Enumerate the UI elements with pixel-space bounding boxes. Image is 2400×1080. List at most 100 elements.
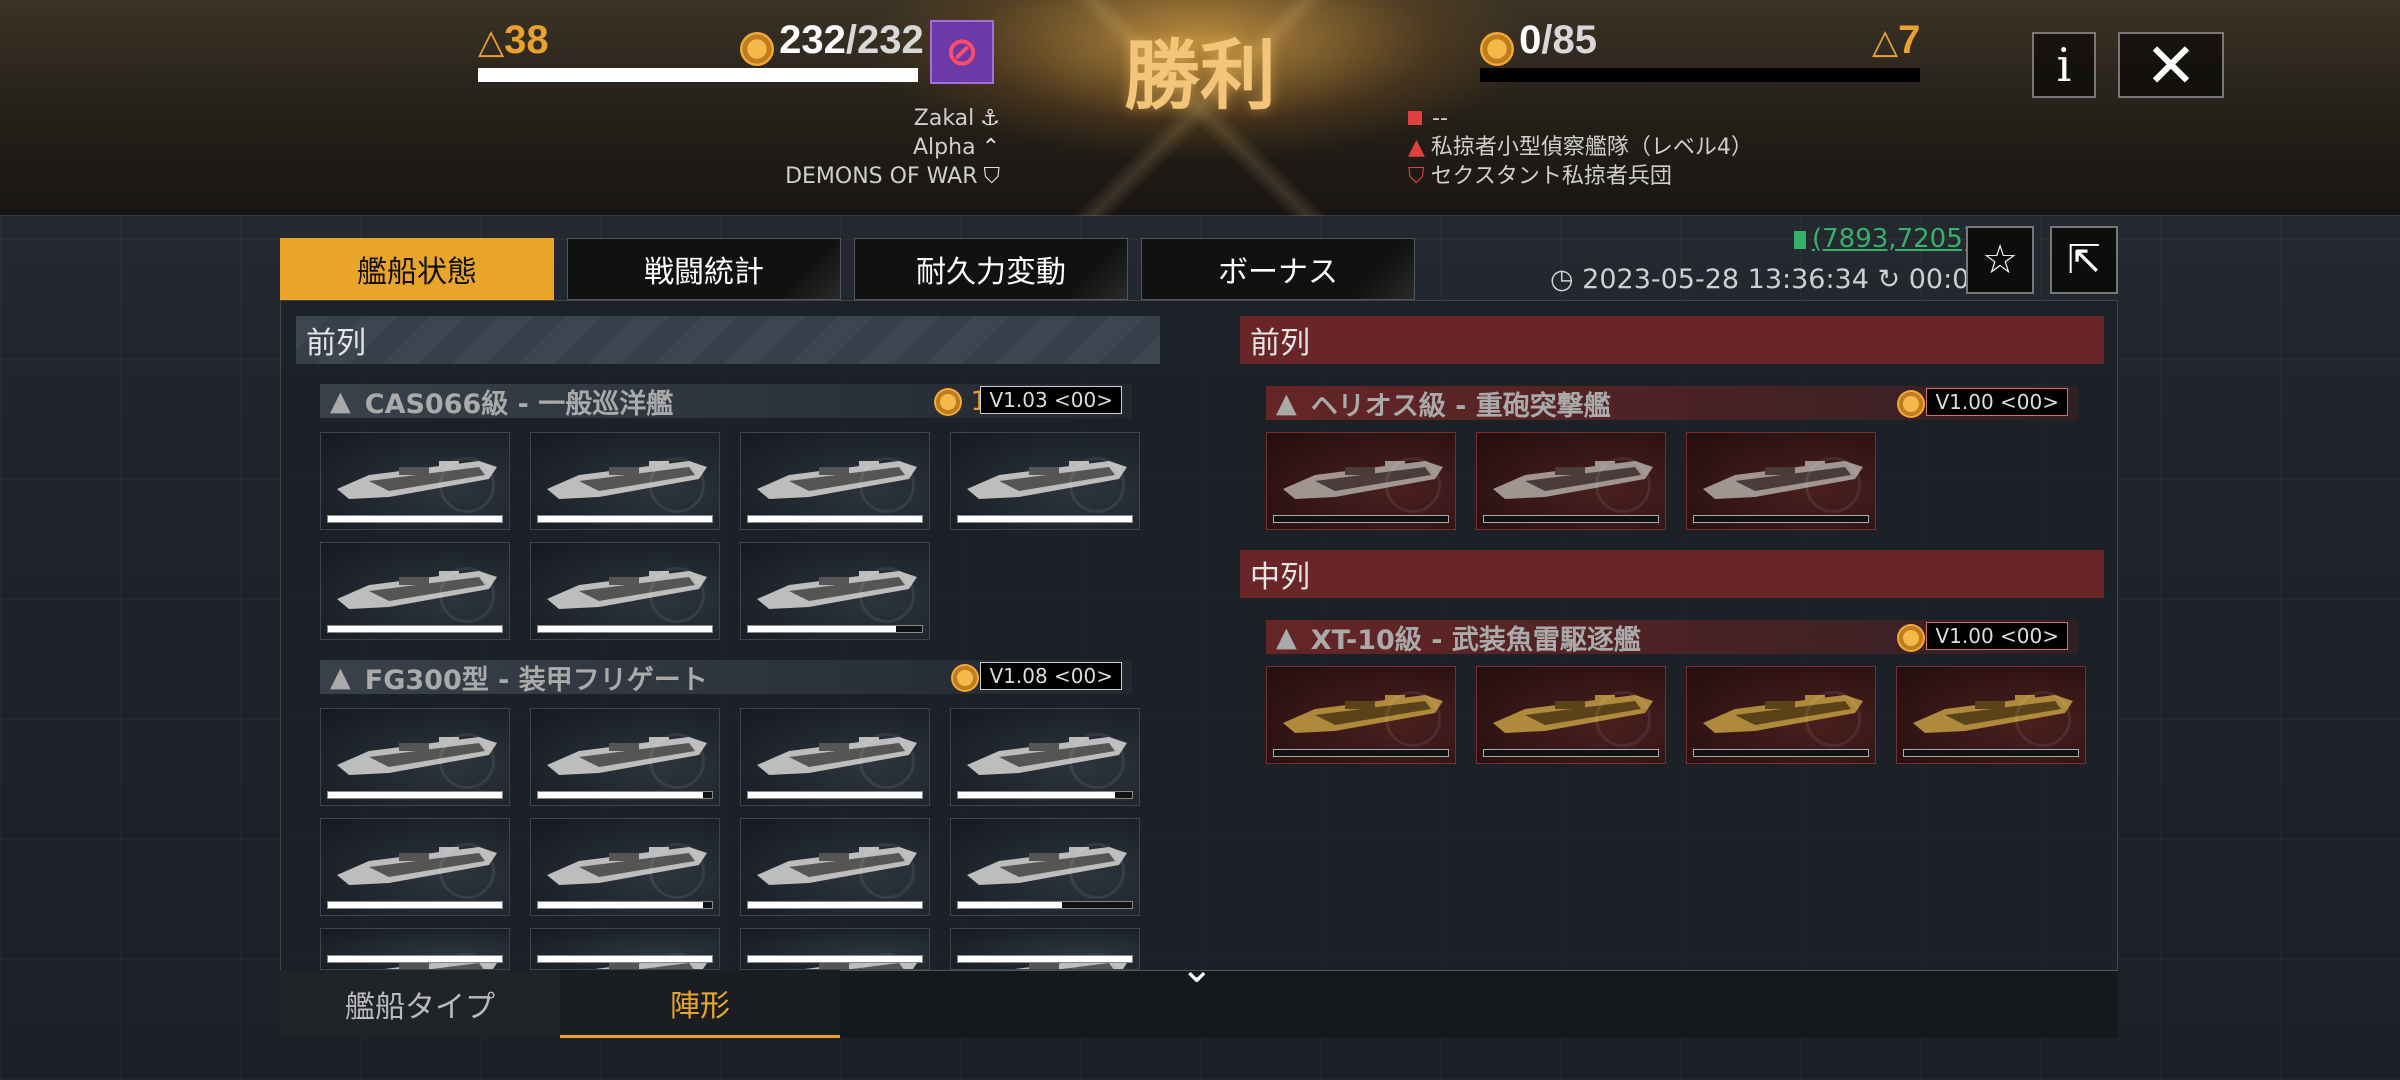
watermark-icon bbox=[439, 457, 495, 513]
ship-card[interactable] bbox=[530, 928, 720, 970]
ship-hp-bar bbox=[1693, 749, 1869, 757]
ship-hp-bar bbox=[327, 791, 503, 799]
player-rank: Alpha bbox=[913, 135, 976, 160]
tab-battle-stats[interactable]: 戦闘統計 bbox=[567, 238, 841, 300]
ship-hp-bar bbox=[747, 515, 923, 523]
player-fleet-cost: 232/232 bbox=[740, 18, 924, 66]
ship-card[interactable] bbox=[1476, 432, 1666, 530]
ship-card[interactable] bbox=[320, 818, 510, 916]
enemy-class-row-helios[interactable]: ▲ ヘリオス級 - 重砲突撃艦 45 V1.00 <00> bbox=[1266, 386, 2078, 422]
ship-hp-bar bbox=[957, 515, 1133, 523]
cost-medal-icon bbox=[1480, 31, 1514, 66]
enemy-front-row-header: 前列 bbox=[1240, 316, 2104, 364]
player-alliance[interactable]: DEMONS OF WAR bbox=[785, 164, 977, 189]
enemy-rank-icon: ▲ bbox=[1408, 135, 1425, 160]
enemy-info: -- ▲ 私掠者小型偵察艦隊（レベル4） ⛉ セクスタント私掠者兵団 bbox=[1408, 104, 1753, 191]
watermark-icon bbox=[2015, 691, 2071, 747]
ship-card[interactable] bbox=[740, 818, 930, 916]
watermark-icon bbox=[1805, 691, 1861, 747]
close-button[interactable]: ✕ bbox=[2118, 29, 2224, 102]
ship-card[interactable] bbox=[320, 928, 510, 970]
tab-bonus[interactable]: ボーナス bbox=[1141, 238, 1415, 300]
watermark-icon bbox=[859, 567, 915, 623]
class-rank-icon: ▲ bbox=[330, 661, 351, 693]
ship-card[interactable] bbox=[320, 708, 510, 806]
tab-formation[interactable]: 陣形 bbox=[560, 970, 840, 1038]
enemy-fleet: 私掠者小型偵察艦隊（レベル4） bbox=[1430, 135, 1753, 160]
result-title: 勝利 bbox=[1124, 31, 1276, 120]
ship-hp-bar bbox=[537, 901, 713, 909]
ship-card[interactable] bbox=[320, 432, 510, 530]
ship-hp-bar bbox=[957, 901, 1133, 909]
battle-result-header: 勝利 △38 232/232 ⊘ 0/85 △7 i ✕ Zakal ⚓ Alph… bbox=[0, 0, 2400, 216]
faction-icon[interactable]: ⊘ bbox=[930, 20, 994, 84]
flag-icon bbox=[1794, 230, 1806, 249]
ship-card[interactable] bbox=[530, 818, 720, 916]
tab-ship-type[interactable]: 艦船タイプ bbox=[280, 970, 560, 1038]
ship-card[interactable] bbox=[530, 542, 720, 640]
ship-hp-bar bbox=[1273, 749, 1449, 757]
ship-hp-bar bbox=[1693, 515, 1869, 523]
alliance-shield-icon: ⛉ bbox=[983, 164, 1000, 189]
star-icon: ☆ bbox=[1982, 237, 2018, 283]
ship-hp-bar bbox=[327, 625, 503, 633]
enemy-fleet-cost: 0/85 bbox=[1480, 18, 1597, 66]
tab-durability-change[interactable]: 耐久力変動 bbox=[854, 238, 1128, 300]
enemy-class-row-xt10[interactable]: ▲ XT-10級 - 武装魚雷駆逐艦 40 V1.00 <00> bbox=[1266, 620, 2078, 656]
share-button[interactable]: ⇱ bbox=[2050, 226, 2118, 294]
ship-card[interactable] bbox=[950, 708, 1140, 806]
watermark-icon bbox=[1069, 843, 1125, 899]
ship-hp-bar bbox=[957, 791, 1133, 799]
class-rank-icon: ▲ bbox=[1276, 387, 1297, 419]
watermark-icon bbox=[439, 733, 495, 789]
ship-card[interactable] bbox=[1266, 666, 1456, 764]
info-button[interactable]: i bbox=[2032, 32, 2096, 98]
ship-card[interactable] bbox=[530, 708, 720, 806]
watermark-icon bbox=[1385, 691, 1441, 747]
enemy-faction: セクスタント私掠者兵団 bbox=[1430, 164, 1672, 189]
level-icon: △ bbox=[1872, 22, 1899, 62]
ship-card[interactable] bbox=[530, 432, 720, 530]
favorite-star-button[interactable]: ☆ bbox=[1966, 226, 2034, 294]
watermark-icon bbox=[1069, 457, 1125, 513]
ship-hp-bar bbox=[327, 955, 503, 963]
ship-hp-bar bbox=[1273, 515, 1449, 523]
battle-timestamp: ◷ 2023-05-28 13:36:34 ↻ 00:03:45 bbox=[1550, 264, 2030, 295]
ship-card[interactable] bbox=[740, 542, 930, 640]
ship-card[interactable] bbox=[1686, 432, 1876, 530]
tab-ship-status[interactable]: 艦船状態 bbox=[280, 238, 554, 300]
ally-class-row-fg300[interactable]: ▲ FG300型 - 装甲フリゲート 45 V1.08 <00> bbox=[320, 660, 1132, 696]
ship-card[interactable] bbox=[1476, 666, 1666, 764]
ship-hp-bar bbox=[747, 955, 923, 963]
watermark-icon bbox=[859, 733, 915, 789]
ship-hp-bar bbox=[327, 901, 503, 909]
ship-card[interactable] bbox=[1266, 432, 1456, 530]
ship-card[interactable] bbox=[1896, 666, 2086, 764]
ship-hp-bar bbox=[537, 955, 713, 963]
ship-hp-bar bbox=[1903, 749, 2079, 757]
ship-card[interactable] bbox=[740, 928, 930, 970]
ally-front-row-header: 前列 bbox=[296, 316, 1160, 364]
enemy-name: -- bbox=[1432, 106, 1448, 131]
player-info: Zakal ⚓ Alpha ⌃ DEMONS OF WAR ⛉ bbox=[785, 104, 1000, 191]
ship-card[interactable] bbox=[950, 928, 1140, 970]
ship-card[interactable] bbox=[740, 432, 930, 530]
class-rank-icon: ▲ bbox=[1276, 621, 1297, 653]
ship-card[interactable] bbox=[950, 818, 1140, 916]
scroll-down-chevron-icon[interactable]: ⌄ bbox=[1180, 946, 1214, 992]
ship-hp-bar bbox=[327, 515, 503, 523]
ally-class-row-cas066[interactable]: ▲ CAS066級 - 一般巡洋艦 126 V1.03 <00> bbox=[320, 384, 1132, 420]
player-name[interactable]: Zakal bbox=[914, 106, 975, 131]
watermark-icon bbox=[1595, 457, 1651, 513]
ship-card[interactable] bbox=[320, 542, 510, 640]
rank-chevron-icon: ⌃ bbox=[981, 135, 1000, 160]
ship-card[interactable] bbox=[1686, 666, 1876, 764]
player-cost-bar bbox=[478, 68, 918, 82]
ship-card[interactable] bbox=[950, 432, 1140, 530]
ship-hp-bar bbox=[1483, 515, 1659, 523]
watermark-icon bbox=[439, 843, 495, 899]
battle-coordinates[interactable]: (7893,7205) bbox=[1794, 224, 1973, 254]
ship-hp-bar bbox=[747, 791, 923, 799]
ship-hp-bar bbox=[537, 791, 713, 799]
ship-card[interactable] bbox=[740, 708, 930, 806]
